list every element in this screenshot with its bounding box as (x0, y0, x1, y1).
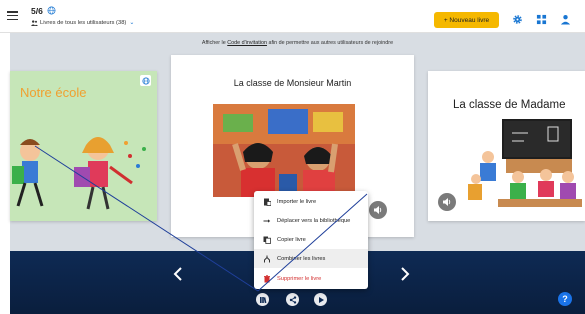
share-icon (289, 295, 296, 304)
menu-item-delete[interactable]: Supprimer le livre (254, 269, 368, 288)
menu-item-label: Déplacer vers la bibliothèque (277, 217, 351, 224)
invite-banner: Afficher le Code d'invitation afin de pe… (10, 40, 585, 46)
gear-icon[interactable] (512, 14, 523, 25)
share-button[interactable] (286, 293, 299, 306)
menu-item-label: Combiner les livres (277, 255, 326, 262)
grid-view-icon[interactable] (536, 14, 547, 25)
book-card-notre-ecole[interactable]: Notre école (10, 71, 157, 221)
top-bar: 5/6 Livres de tous les utilisateurs (38)… (0, 0, 585, 33)
library-button[interactable] (256, 293, 269, 306)
globe-icon[interactable] (47, 6, 56, 15)
speaker-icon (374, 206, 382, 214)
audio-button[interactable] (369, 201, 387, 219)
menu-item-copy[interactable]: Copier livre (254, 230, 368, 249)
app-window: 5/6 Livres de tous les utilisateurs (38)… (0, 0, 585, 314)
account-icon[interactable] (560, 14, 571, 25)
play-icon (318, 296, 324, 303)
invite-code-link[interactable]: Code d'invitation (227, 40, 267, 46)
book-card-madame[interactable]: La classe de Madame (428, 71, 585, 221)
menu-item-label: Importer le livre (277, 198, 317, 205)
books-icon (259, 296, 266, 303)
next-arrow-icon[interactable] (398, 266, 412, 282)
menu-item-label: Copier livre (277, 236, 306, 243)
classroom-photo (213, 104, 355, 197)
library-selector[interactable]: Livres de tous les utilisateurs (38) ⌄ (31, 19, 134, 26)
merge-icon (264, 255, 270, 262)
invite-prefix: Afficher le (201, 40, 228, 46)
library-selector-label: Livres de tous les utilisateurs (38) (40, 19, 127, 26)
menu-item-label: Supprimer le livre (277, 275, 322, 282)
chevron-down-icon: ⌄ (129, 20, 135, 26)
previous-arrow-icon[interactable] (171, 266, 185, 282)
book-context-menu: Importer le livre Déplacer vers la bibli… (254, 191, 368, 289)
hamburger-menu-icon[interactable] (7, 11, 18, 21)
book-title: La classe de Monsieur Martin (233, 78, 352, 88)
children-illustration (12, 137, 146, 210)
arrow-right-icon (263, 218, 271, 223)
copy-icon (263, 236, 271, 244)
speaker-icon (443, 198, 451, 206)
invite-suffix: afin de permettre aux autres utilisateur… (266, 40, 394, 46)
audio-button[interactable] (438, 193, 456, 211)
menu-item-move-to-library[interactable]: Déplacer vers la bibliothèque (254, 211, 368, 230)
trash-icon (264, 274, 270, 282)
page-count: 5/6 (31, 6, 43, 16)
menu-item-import[interactable]: Importer le livre (254, 192, 368, 211)
help-button[interactable]: ? (558, 292, 572, 306)
menu-item-combine[interactable]: Combiner les livres (254, 249, 368, 268)
play-button[interactable] (314, 293, 327, 306)
users-icon (31, 19, 38, 26)
import-icon (264, 198, 271, 206)
new-book-button[interactable]: + Nouveau livre (434, 12, 499, 28)
